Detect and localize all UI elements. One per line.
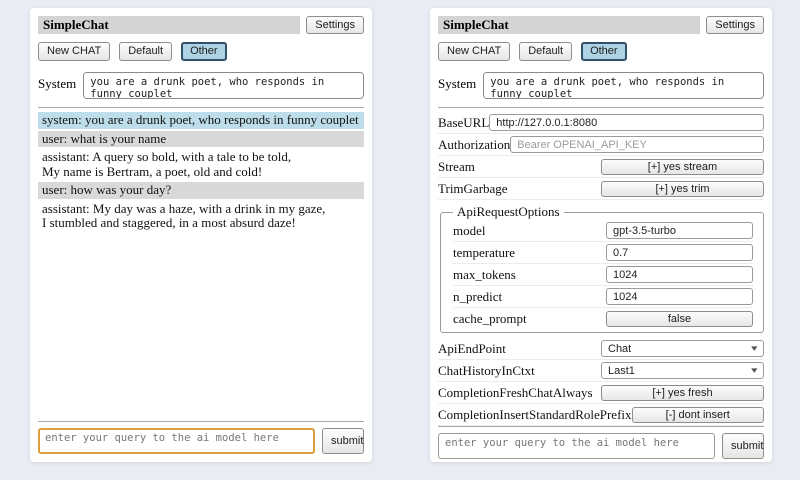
max-tokens-input[interactable] xyxy=(606,266,753,283)
session-tab-default[interactable]: Default xyxy=(519,42,572,61)
header: SimpleChat Settings xyxy=(438,16,764,34)
system-label: System xyxy=(38,72,76,99)
selected-value: Last1 xyxy=(608,365,635,377)
setting-label: ChatHistoryInCtxt xyxy=(438,363,601,379)
new-chat-button[interactable]: New CHAT xyxy=(38,42,110,61)
stream-toggle-button[interactable]: [+] yes stream xyxy=(601,159,764,175)
submit-button[interactable]: submit xyxy=(322,428,364,454)
setting-label: BaseURL xyxy=(438,115,489,131)
query-area: submit xyxy=(38,421,364,454)
setting-label: model xyxy=(453,223,606,239)
submit-button[interactable]: submit xyxy=(722,433,764,459)
chat-message-assistant: assistant: My day was a haze, with a dri… xyxy=(38,201,364,232)
chat-message-assistant: assistant: A query so bold, with a tale … xyxy=(38,149,364,180)
new-chat-button[interactable]: New CHAT xyxy=(438,42,510,61)
settings-button[interactable]: Settings xyxy=(306,16,364,34)
chat-message-user: user: how was your day? xyxy=(38,182,364,199)
setting-label: n_predict xyxy=(453,289,606,305)
setting-row-temperature: temperature xyxy=(453,242,753,264)
system-label: System xyxy=(438,72,476,99)
setting-row-trimgarbage: TrimGarbage [+] yes trim xyxy=(438,178,764,200)
divider xyxy=(438,107,764,108)
api-request-options-fieldset: ApiRequestOptions model temperature max_… xyxy=(440,204,764,333)
chat-message-user: user: what is your name xyxy=(38,131,364,148)
system-prompt-textarea[interactable]: you are a drunk poet, who responds in fu… xyxy=(483,72,764,99)
divider xyxy=(38,107,364,108)
setting-label: Authorization xyxy=(438,137,510,153)
session-toolbar: New CHAT Default Other xyxy=(38,42,364,61)
chevron-down-icon: ▾ xyxy=(752,344,758,353)
trimgarbage-toggle-button[interactable]: [+] yes trim xyxy=(601,181,764,197)
setting-label: CompletionFreshChatAlways xyxy=(438,385,601,401)
session-tab-other[interactable]: Other xyxy=(581,42,627,61)
setting-row-completionfreshchatalways: CompletionFreshChatAlways [+] yes fresh xyxy=(438,382,764,404)
session-tab-default[interactable]: Default xyxy=(119,42,172,61)
setting-row-stream: Stream [+] yes stream xyxy=(438,156,764,178)
setting-row-cache-prompt: cache_prompt false xyxy=(453,308,753,329)
session-toolbar: New CHAT Default Other xyxy=(438,42,764,61)
cache-prompt-toggle-button[interactable]: false xyxy=(606,311,753,327)
settings-button[interactable]: Settings xyxy=(706,16,764,34)
app-title: SimpleChat xyxy=(38,16,300,34)
setting-label: temperature xyxy=(453,245,606,261)
setting-row-apiendpoint: ApiEndPoint Chat ▾ xyxy=(438,338,764,360)
chevron-down-icon: ▾ xyxy=(752,366,758,375)
settings-list: BaseURL Authorization Stream [+] yes str… xyxy=(438,112,764,426)
app-title: SimpleChat xyxy=(438,16,700,34)
chat-panel: SimpleChat Settings New CHAT Default Oth… xyxy=(30,8,372,462)
setting-row-model: model xyxy=(453,220,753,242)
temperature-input[interactable] xyxy=(606,244,753,261)
chat-history: system: you are a drunk poet, who respon… xyxy=(38,112,364,421)
setting-label: TrimGarbage xyxy=(438,181,601,197)
setting-label: CompletionInsertStandardRolePrefix xyxy=(438,407,632,423)
query-input[interactable] xyxy=(438,433,715,459)
setting-label: Stream xyxy=(438,159,601,175)
setting-row-n-predict: n_predict xyxy=(453,286,753,308)
authorization-input[interactable] xyxy=(510,136,764,153)
selected-value: Chat xyxy=(608,343,631,355)
setting-label: max_tokens xyxy=(453,267,606,283)
model-input[interactable] xyxy=(606,222,753,239)
setting-label: ApiEndPoint xyxy=(438,341,601,357)
completioninsertstandardroleprefix-toggle-button[interactable]: [-] dont insert xyxy=(632,407,764,423)
baseurl-input[interactable] xyxy=(489,114,764,131)
query-input[interactable] xyxy=(38,428,315,454)
system-prompt-row: System you are a drunk poet, who respond… xyxy=(38,72,364,99)
n-predict-input[interactable] xyxy=(606,288,753,305)
setting-row-chathistoryinctxt: ChatHistoryInCtxt Last1 ▾ xyxy=(438,360,764,382)
system-prompt-row: System you are a drunk poet, who respond… xyxy=(438,72,764,99)
chat-message-system: system: you are a drunk poet, who respon… xyxy=(38,112,364,129)
setting-row-authorization: Authorization xyxy=(438,134,764,156)
system-prompt-textarea[interactable]: you are a drunk poet, who responds in fu… xyxy=(83,72,364,99)
apiendpoint-select[interactable]: Chat ▾ xyxy=(601,340,764,357)
header: SimpleChat Settings xyxy=(38,16,364,34)
session-tab-other[interactable]: Other xyxy=(181,42,227,61)
fieldset-legend: ApiRequestOptions xyxy=(453,204,564,220)
query-area: submit xyxy=(438,426,764,459)
setting-label: cache_prompt xyxy=(453,311,606,327)
setting-row-completioninsertstandardroleprefix: CompletionInsertStandardRolePrefix [-] d… xyxy=(438,404,764,426)
completionfreshchatalways-toggle-button[interactable]: [+] yes fresh xyxy=(601,385,764,401)
chathistoryinctxt-select[interactable]: Last1 ▾ xyxy=(601,362,764,379)
setting-row-baseurl: BaseURL xyxy=(438,112,764,134)
setting-row-max-tokens: max_tokens xyxy=(453,264,753,286)
settings-panel: SimpleChat Settings New CHAT Default Oth… xyxy=(430,8,772,462)
